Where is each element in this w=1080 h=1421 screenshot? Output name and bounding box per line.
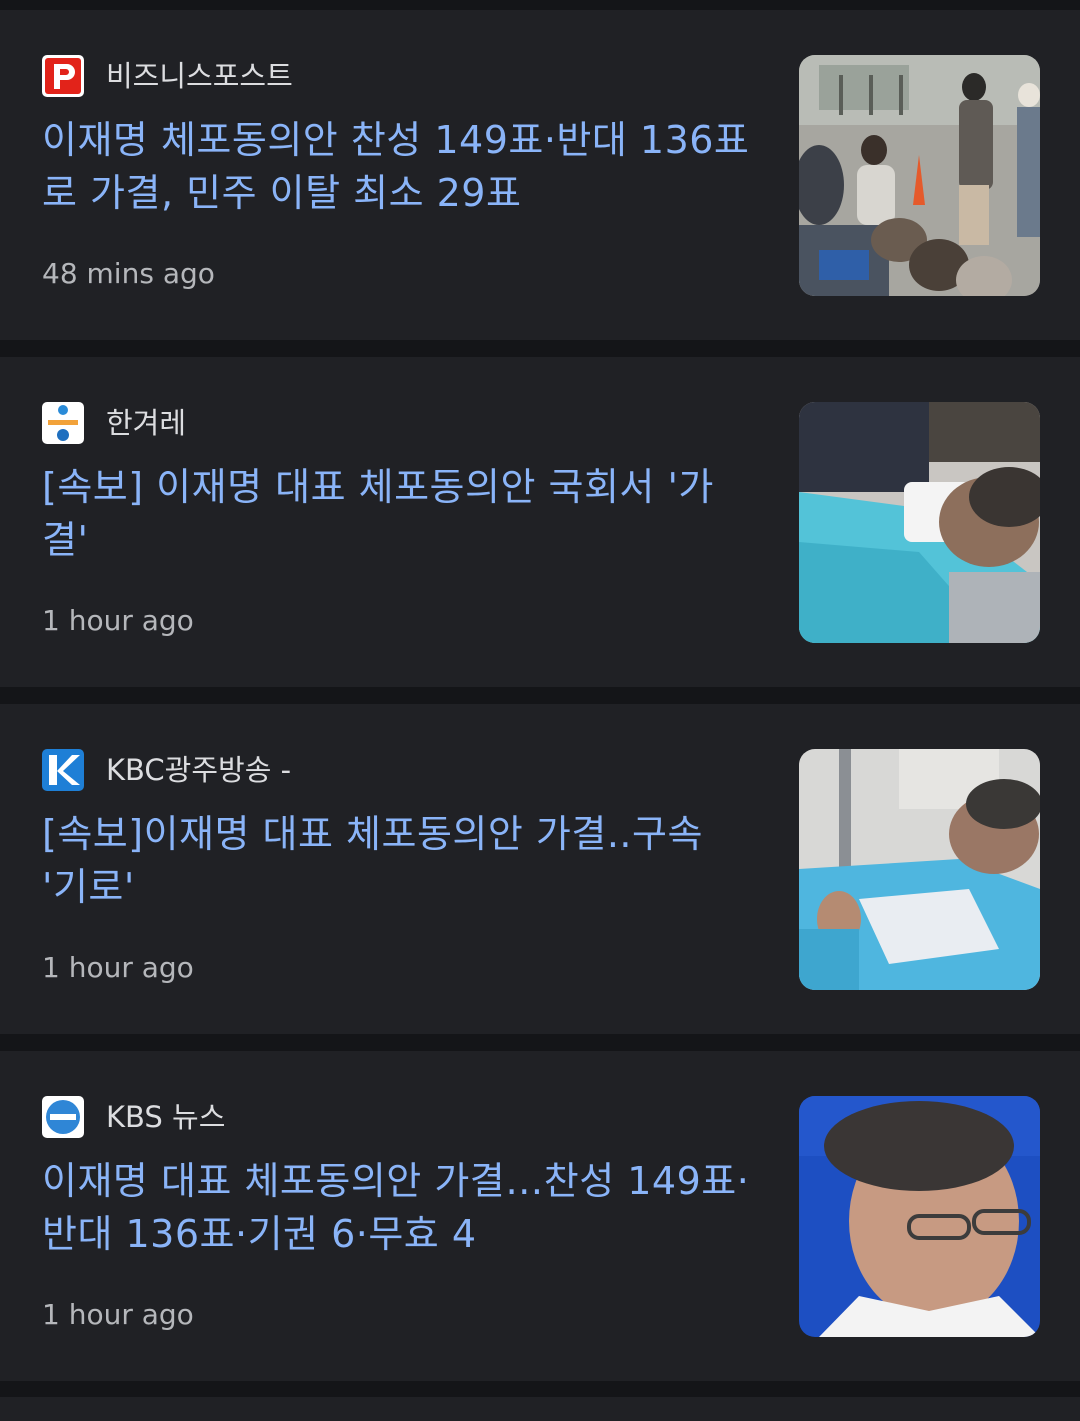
source-name: KBC광주방송 - bbox=[106, 753, 292, 787]
headline-link[interactable]: [속보] 이재명 대표 체포동의안 국회서 '가결' bbox=[42, 461, 752, 567]
portrait-photo[interactable] bbox=[799, 1096, 1040, 1337]
news-card-partial[interactable] bbox=[0, 1397, 1080, 1421]
timestamp: 1 hour ago bbox=[42, 1298, 194, 1331]
news-card[interactable]: 한겨레 [속보] 이재명 대표 체포동의안 국회서 '가결' 1 hour ag… bbox=[0, 357, 1080, 687]
source-row: 비즈니스포스트 bbox=[42, 55, 293, 97]
kbs-logo-icon bbox=[42, 1096, 84, 1138]
source-row: 한겨레 bbox=[42, 402, 186, 444]
crowd-protest-photo[interactable] bbox=[799, 55, 1040, 296]
timestamp: 1 hour ago bbox=[42, 951, 194, 984]
news-card[interactable]: 비즈니스포스트 이재명 체포동의안 찬성 149표·반대 136표로 가결, 민… bbox=[0, 10, 1080, 340]
kbc-logo-icon bbox=[42, 749, 84, 791]
headline-link[interactable]: [속보]이재명 대표 체포동의안 가결..구속 '기로' bbox=[42, 808, 752, 914]
hankyoreh-logo-icon bbox=[42, 402, 84, 444]
source-name: 한겨레 bbox=[106, 406, 187, 440]
headline-link[interactable]: 이재명 체포동의안 찬성 149표·반대 136표로 가결, 민주 이탈 최소 … bbox=[42, 114, 752, 220]
source-name: KBS 뉴스 bbox=[106, 1100, 226, 1134]
news-card[interactable]: KBS 뉴스 이재명 대표 체포동의안 가결…찬성 149표·반대 136표·기… bbox=[0, 1051, 1080, 1381]
news-feed: 비즈니스포스트 이재명 체포동의안 찬성 149표·반대 136표로 가결, 민… bbox=[0, 0, 1080, 1421]
timestamp: 48 mins ago bbox=[42, 257, 215, 290]
source-name: 비즈니스포스트 bbox=[106, 59, 293, 93]
headline-link[interactable]: 이재명 대표 체포동의안 가결…찬성 149표·반대 136표·기권 6·무효 … bbox=[42, 1155, 752, 1261]
hospital-patient-photo[interactable] bbox=[799, 749, 1040, 990]
source-row: KBC광주방송 - bbox=[42, 749, 291, 791]
hospital-bed-photo[interactable] bbox=[799, 402, 1040, 643]
source-row: KBS 뉴스 bbox=[42, 1096, 225, 1138]
news-card[interactable]: KBC광주방송 - [속보]이재명 대표 체포동의안 가결..구속 '기로' 1… bbox=[0, 704, 1080, 1034]
businesspost-logo-icon bbox=[42, 55, 84, 97]
timestamp: 1 hour ago bbox=[42, 604, 194, 637]
